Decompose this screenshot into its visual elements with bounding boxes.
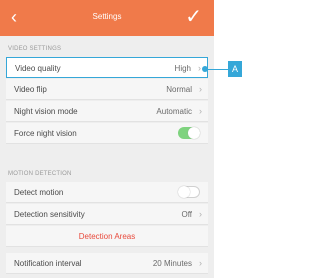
- row-detect-motion: Detect motion: [6, 182, 208, 203]
- settings-screen: ‹ Settings ✓ VIDEO SETTINGS Video qualit…: [0, 0, 214, 278]
- section-label-motion-detection: MOTION DETECTION: [8, 171, 72, 177]
- row-label: Notification interval: [14, 259, 82, 268]
- row-value: High: [174, 64, 191, 73]
- chevron-right-icon: ›: [199, 258, 202, 268]
- row-night-vision-mode[interactable]: Night vision mode Automatic ›: [6, 101, 208, 122]
- row-value: Off: [181, 210, 192, 219]
- chevron-right-icon: ›: [199, 209, 202, 219]
- callout-label-a: A: [228, 61, 242, 77]
- row-detection-areas[interactable]: Detection Areas: [6, 226, 208, 247]
- detection-areas-button[interactable]: Detection Areas: [6, 232, 208, 242]
- row-video-flip[interactable]: Video flip Normal ›: [6, 79, 208, 100]
- row-notification-interval[interactable]: Notification interval 20 Minutes ›: [6, 253, 208, 274]
- row-label: Detection sensitivity: [14, 210, 85, 219]
- chevron-right-icon: ›: [199, 106, 202, 116]
- row-video-quality[interactable]: Video quality High ›: [6, 57, 208, 78]
- row-label: Force night vision: [14, 129, 77, 138]
- row-value: 20 Minutes: [152, 259, 192, 268]
- row-value: Normal: [166, 85, 192, 94]
- row-detection-sensitivity[interactable]: Detection sensitivity Off ›: [6, 204, 208, 225]
- toggle-knob: [188, 127, 200, 139]
- page-title: Settings: [92, 12, 122, 21]
- row-force-night-vision: Force night vision: [6, 123, 208, 144]
- confirm-check-icon[interactable]: ✓: [185, 6, 202, 28]
- row-label: Video flip: [14, 85, 47, 94]
- force-night-vision-toggle[interactable]: [178, 127, 200, 139]
- chevron-right-icon: ›: [198, 63, 201, 73]
- section-label-video-settings: VIDEO SETTINGS: [8, 46, 62, 52]
- chevron-right-icon: ›: [199, 84, 202, 94]
- row-label: Detect motion: [14, 188, 64, 197]
- toggle-knob: [178, 186, 190, 198]
- callout-line: [208, 69, 228, 70]
- app-header: ‹ Settings ✓: [0, 0, 214, 36]
- row-label: Video quality: [15, 64, 61, 73]
- row-label: Night vision mode: [14, 107, 78, 116]
- detect-motion-toggle[interactable]: [178, 186, 200, 198]
- row-value: Automatic: [156, 107, 192, 116]
